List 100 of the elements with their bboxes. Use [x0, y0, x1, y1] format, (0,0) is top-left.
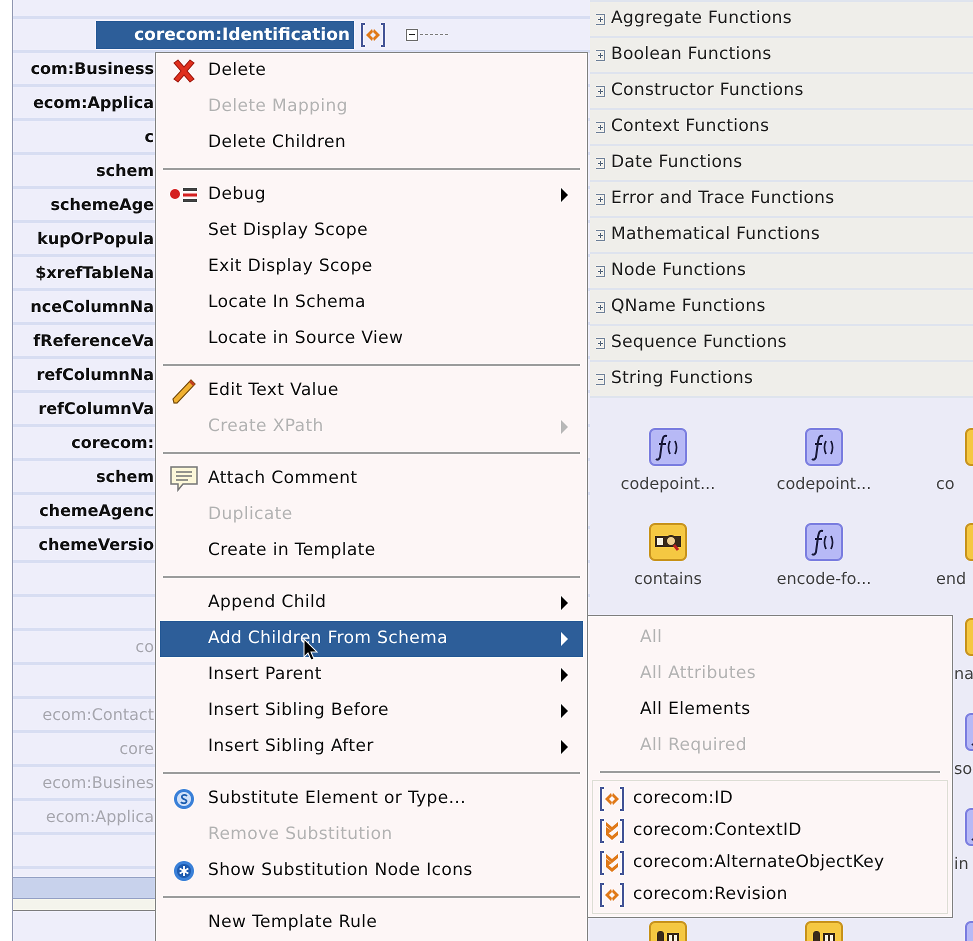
category-row[interactable]: Boolean Functions	[590, 38, 973, 74]
debug-icon	[169, 185, 199, 205]
element-icon	[599, 882, 625, 908]
submenu-arrow-icon	[560, 703, 569, 719]
menu-item[interactable]: All Elements	[588, 692, 952, 728]
tree-node[interactable]: nceColumnNa	[13, 294, 154, 318]
category-row[interactable]: Mathematical Functions	[590, 218, 973, 254]
expand-icon[interactable]	[596, 230, 605, 240]
function-label: in	[954, 853, 969, 875]
menu-item[interactable]: Show Substitution Node Icons	[160, 853, 583, 889]
menu-item[interactable]: Debug	[160, 177, 583, 213]
category-label: Error and Trace Functions	[611, 187, 834, 210]
tree-node[interactable]: com:Business	[13, 56, 154, 80]
pencil-icon	[170, 377, 198, 405]
element-item[interactable]: corecom:Revision	[593, 879, 947, 911]
menu-item[interactable]: Substitute Element or Type...	[160, 781, 583, 817]
element-icon	[599, 818, 625, 844]
category-row[interactable]: Node Functions	[590, 254, 973, 290]
expand-icon[interactable]	[596, 302, 605, 312]
submenu-arrow-icon	[560, 667, 569, 683]
tree-node[interactable]: chemeAgenc	[13, 498, 154, 522]
category-label: Node Functions	[611, 259, 746, 282]
expand-icon[interactable]	[596, 122, 605, 132]
menu-item[interactable]: Delete Children	[160, 125, 583, 161]
category-label: String Functions	[611, 367, 754, 390]
function-label: co	[936, 473, 955, 495]
contains-icon	[649, 523, 687, 561]
category-label: Boolean Functions	[611, 43, 772, 66]
category-label: Sequence Functions	[611, 331, 787, 354]
expand-icon[interactable]	[596, 50, 605, 60]
tree-node[interactable]: refColumnNa	[13, 362, 154, 386]
menu-item[interactable]: New Template Rule	[160, 905, 583, 941]
expand-icon[interactable]	[596, 86, 605, 96]
asterisk-icon	[173, 860, 195, 882]
collapse-icon[interactable]	[406, 28, 418, 40]
expand-icon[interactable]	[596, 338, 605, 348]
category-label: QName Functions	[611, 295, 766, 318]
tree-node[interactable]: ecom:Applica	[13, 90, 154, 114]
menu-item[interactable]: Insert Parent	[160, 657, 583, 693]
tree-node[interactable]: fReferenceVa	[13, 328, 154, 352]
tree-node[interactable]: refColumnVa	[13, 396, 154, 420]
category-row[interactable]: Aggregate Functions	[590, 2, 973, 38]
element-item[interactable]: corecom:ContextID	[593, 815, 947, 847]
tree-node[interactable]: schemeAge	[13, 192, 154, 216]
tree-node[interactable]: corecom:	[13, 430, 154, 454]
submenu-arrow-icon	[560, 187, 569, 203]
menu-item[interactable]: Delete	[160, 53, 583, 89]
category-row[interactable]: Context Functions	[590, 110, 973, 146]
expand-icon[interactable]	[596, 14, 605, 24]
category-label: Context Functions	[611, 115, 770, 138]
element-item[interactable]: corecom:ID	[593, 783, 947, 815]
expand-icon[interactable]	[596, 266, 605, 276]
menu-item[interactable]: Insert Sibling Before	[160, 693, 583, 729]
category-label: Date Functions	[611, 151, 742, 174]
function-label: end	[936, 568, 966, 590]
expand-icon[interactable]	[596, 158, 605, 168]
function-icon	[805, 523, 843, 561]
category-row[interactable]: QName Functions	[590, 290, 973, 326]
function-icon	[805, 428, 843, 466]
category-row[interactable]: String Functions	[590, 362, 973, 398]
function-icon	[649, 428, 687, 466]
menu-item[interactable]: Create in Template	[160, 533, 583, 569]
tree-node[interactable]: chemeVersio	[13, 532, 154, 556]
tree-node[interactable]: $xrefTableNa	[13, 260, 154, 284]
tree-node[interactable]: kupOrPopula	[13, 226, 154, 250]
menu-item[interactable]: Insert Sibling After	[160, 729, 583, 765]
function-label: encode-fo...	[776, 568, 872, 590]
function-label: codepoint...	[620, 473, 716, 495]
element-icon	[599, 850, 625, 876]
menu-item[interactable]: Set Display Scope	[160, 213, 583, 249]
element-icon	[360, 22, 386, 48]
expand-icon[interactable]	[596, 194, 605, 204]
menu-item[interactable]: Add Children From Schema	[160, 621, 583, 657]
delete-icon	[171, 58, 197, 84]
tree-node[interactable]: corecom:Identification	[96, 20, 354, 48]
tree-node[interactable]: c	[13, 124, 154, 148]
tree-node[interactable]: schem	[13, 464, 154, 488]
menu-item[interactable]: Locate In Schema	[160, 285, 583, 321]
category-row[interactable]: Sequence Functions	[590, 326, 973, 362]
category-label: Constructor Functions	[611, 79, 804, 102]
submenu-arrow-icon	[560, 739, 569, 755]
function-label: so	[954, 758, 972, 780]
menu-item[interactable]: Edit Text Value	[160, 373, 583, 409]
category-row[interactable]: Error and Trace Functions	[590, 182, 973, 218]
menu-item[interactable]: Exit Display Scope	[160, 249, 583, 285]
element-item[interactable]: corecom:AlternateObjectKey	[593, 847, 947, 879]
category-row[interactable]: Date Functions	[590, 146, 973, 182]
function-label: contains	[634, 568, 702, 590]
menu-item[interactable]: Append Child	[160, 585, 583, 621]
substitute-icon	[173, 788, 195, 810]
menu-item[interactable]: Locate in Source View	[160, 321, 583, 357]
menu-item[interactable]: Attach Comment	[160, 461, 583, 497]
tree-node[interactable]: schem	[13, 158, 154, 182]
category-label: Aggregate Functions	[611, 7, 792, 30]
category-label: Mathematical Functions	[611, 223, 820, 246]
submenu-arrow-icon	[560, 595, 569, 611]
submenu-arrow-icon	[560, 419, 569, 435]
category-row[interactable]: Constructor Functions	[590, 74, 973, 110]
element-icon	[599, 786, 625, 812]
function-label: codepoint...	[776, 473, 872, 495]
